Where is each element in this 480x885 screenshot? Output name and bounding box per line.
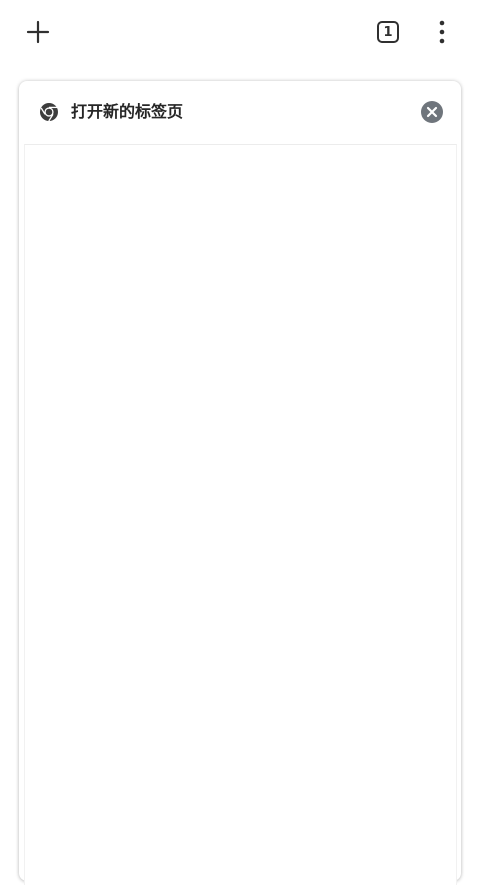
close-tab-button[interactable]: [421, 101, 443, 123]
tab-switcher-button[interactable]: 1: [370, 14, 406, 50]
tab-title: 打开新的标签页: [71, 102, 184, 121]
new-tab-button[interactable]: [20, 14, 56, 50]
tab-preview[interactable]: [24, 144, 457, 885]
more-vert-icon: [439, 20, 445, 44]
tab-card-header: 打开新的标签页: [19, 81, 461, 143]
tab-card[interactable]: 打开新的标签页: [19, 81, 461, 885]
top-toolbar: 1: [0, 0, 480, 66]
plus-icon: [26, 20, 50, 44]
tab-count: 1: [383, 24, 393, 40]
more-menu-button[interactable]: [426, 14, 458, 50]
tab-count-badge: 1: [377, 21, 399, 43]
chrome-icon: [40, 103, 58, 122]
